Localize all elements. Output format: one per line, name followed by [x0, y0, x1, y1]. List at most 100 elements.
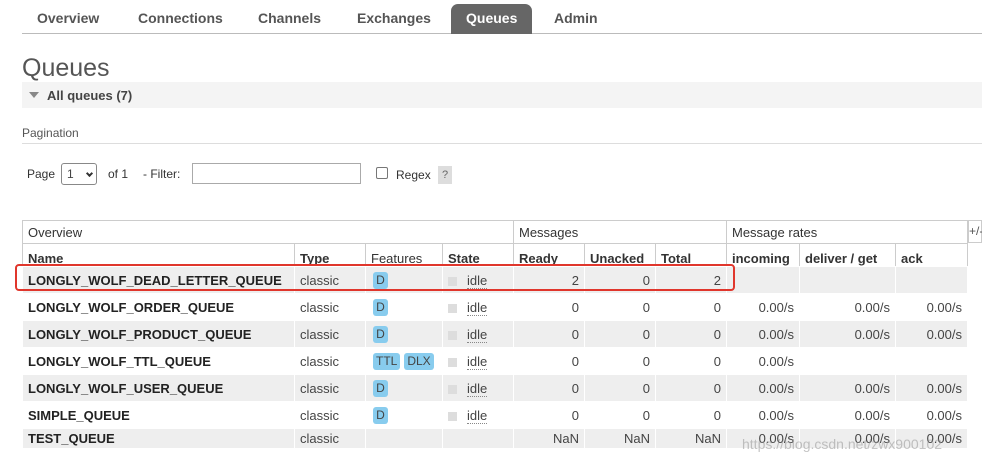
state-indicator-icon — [448, 303, 457, 313]
filter-label: - Filter: — [143, 167, 181, 181]
queue-state: idle — [442, 320, 514, 348]
state-label: idle — [467, 326, 488, 343]
rate-incoming: 0.00/s — [726, 320, 800, 348]
state-indicator-icon — [448, 330, 457, 340]
messages-ready: 0 — [513, 401, 585, 429]
queue-state — [442, 428, 514, 449]
feature-badge: D — [373, 379, 388, 397]
rate-deliver-get — [799, 347, 896, 375]
messages-total: 0 — [655, 347, 727, 375]
queue-name-link[interactable]: LONGLY_WOLF_TTL_QUEUE — [22, 347, 295, 375]
state-label: idle — [467, 353, 488, 370]
queue-type: classic — [294, 401, 366, 429]
feature-badge: DLX — [404, 352, 434, 370]
regex-checkbox[interactable] — [376, 167, 388, 179]
queue-type: classic — [294, 293, 366, 321]
rate-ack: 0.00/s — [895, 374, 968, 402]
queue-features: TTL DLX — [365, 347, 443, 375]
rate-incoming: 0.00/s — [726, 401, 800, 429]
queue-features: D — [365, 266, 443, 294]
regex-help-button[interactable]: ? — [438, 166, 452, 184]
messages-ready: 0 — [513, 293, 585, 321]
all-queues-toggle[interactable]: All queues (7) — [22, 82, 982, 108]
queue-type: classic — [294, 428, 366, 449]
messages-ready: 0 — [513, 320, 585, 348]
col-state[interactable]: State — [442, 243, 514, 267]
chevron-down-icon — [85, 169, 94, 178]
feature-badge: D — [373, 271, 388, 289]
col-type[interactable]: Type — [294, 243, 366, 267]
tab-overview[interactable]: Overview — [22, 4, 114, 34]
rate-deliver-get: 0.00/s — [799, 374, 896, 402]
table-row: LONGLY_WOLF_USER_QUEUE classic Didle 0 0 0 0.0… — [22, 374, 968, 402]
rate-ack: 0.00/s — [895, 401, 968, 429]
feature-badge: TTL — [373, 352, 401, 370]
rate-incoming: 0.00/s — [726, 347, 800, 375]
rate-ack: 0.00/s — [895, 320, 968, 348]
tab-exchanges[interactable]: Exchanges — [342, 4, 446, 34]
filter-input[interactable] — [192, 163, 361, 184]
messages-total: NaN — [655, 428, 727, 449]
state-label: idle — [467, 272, 488, 289]
col-name[interactable]: Name — [22, 243, 295, 267]
messages-unacked: 0 — [584, 293, 656, 321]
queue-state: idle — [442, 266, 514, 294]
messages-ready: 2 — [513, 266, 585, 294]
queue-name-link[interactable]: LONGLY_WOLF_USER_QUEUE — [22, 374, 295, 402]
page-select[interactable]: 1 — [61, 163, 97, 185]
tab-channels[interactable]: Channels — [243, 4, 336, 34]
all-queues-label: All queues (7) — [47, 88, 133, 103]
tab-queues[interactable]: Queues — [451, 4, 532, 34]
messages-unacked: 0 — [584, 374, 656, 402]
col-ack[interactable]: ack — [895, 243, 968, 267]
page-title: Queues — [22, 54, 110, 82]
rate-deliver-get: 0.00/s — [799, 320, 896, 348]
queue-name-link[interactable]: LONGLY_WOLF_ORDER_QUEUE — [22, 293, 295, 321]
messages-unacked: 0 — [584, 266, 656, 294]
queue-name-link[interactable]: LONGLY_WOLF_PRODUCT_QUEUE — [22, 320, 295, 348]
queue-name-link[interactable]: TEST_QUEUE — [22, 428, 295, 449]
queue-name-link[interactable]: SIMPLE_QUEUE — [22, 401, 295, 429]
state-indicator-icon — [448, 357, 457, 367]
messages-unacked: NaN — [584, 428, 656, 449]
rate-deliver-get: 0.00/s — [799, 401, 896, 429]
tab-admin[interactable]: Admin — [539, 4, 613, 34]
page-label: Page — [27, 167, 56, 181]
messages-ready: NaN — [513, 428, 585, 449]
col-ready[interactable]: Ready — [513, 243, 585, 267]
rate-ack — [895, 347, 968, 375]
col-total[interactable]: Total — [655, 243, 727, 267]
top-nav: Overview Connections Channels Exchanges … — [22, 0, 982, 34]
queue-name-link[interactable]: LONGLY_WOLF_DEAD_LETTER_QUEUE — [22, 266, 295, 294]
col-deliver-get[interactable]: deliver / get — [799, 243, 896, 267]
columns-toggle-button[interactable]: +/- — [968, 220, 982, 243]
queue-type: classic — [294, 347, 366, 375]
messages-unacked: 0 — [584, 401, 656, 429]
watermark: https://blog.csdn.net/zwx900102 — [742, 436, 943, 452]
messages-ready: 0 — [513, 347, 585, 375]
col-features: Features — [365, 243, 443, 267]
page-count-label: of 1 — [108, 167, 129, 181]
group-overview: Overview — [22, 220, 514, 244]
rate-deliver-get: 0.00/s — [799, 293, 896, 321]
col-unacked[interactable]: Unacked — [584, 243, 656, 267]
group-message-rates: Message rates — [726, 220, 968, 244]
group-messages: Messages — [513, 220, 727, 244]
table-row: SIMPLE_QUEUE classic Didle 0 0 0 0.00/s 0.00/s 0… — [22, 401, 968, 429]
messages-total: 0 — [655, 320, 727, 348]
col-incoming[interactable]: incoming — [726, 243, 800, 267]
rate-incoming: 0.00/s — [726, 293, 800, 321]
tab-connections[interactable]: Connections — [123, 4, 238, 34]
table-row: LONGLY_WOLF_DEAD_LETTER_QUEUE classic Didl… — [22, 266, 968, 294]
queue-state: idle — [442, 374, 514, 402]
table-row: LONGLY_WOLF_PRODUCT_QUEUE classic Didle 0 0 0… — [22, 320, 968, 348]
state-label: idle — [467, 380, 488, 397]
queue-features: D — [365, 401, 443, 429]
rate-incoming — [726, 266, 800, 294]
messages-total: 0 — [655, 374, 727, 402]
queue-state: idle — [442, 401, 514, 429]
regex-label: Regex — [396, 168, 431, 182]
queue-type: classic — [294, 374, 366, 402]
feature-badge: D — [373, 406, 388, 424]
messages-unacked: 0 — [584, 347, 656, 375]
